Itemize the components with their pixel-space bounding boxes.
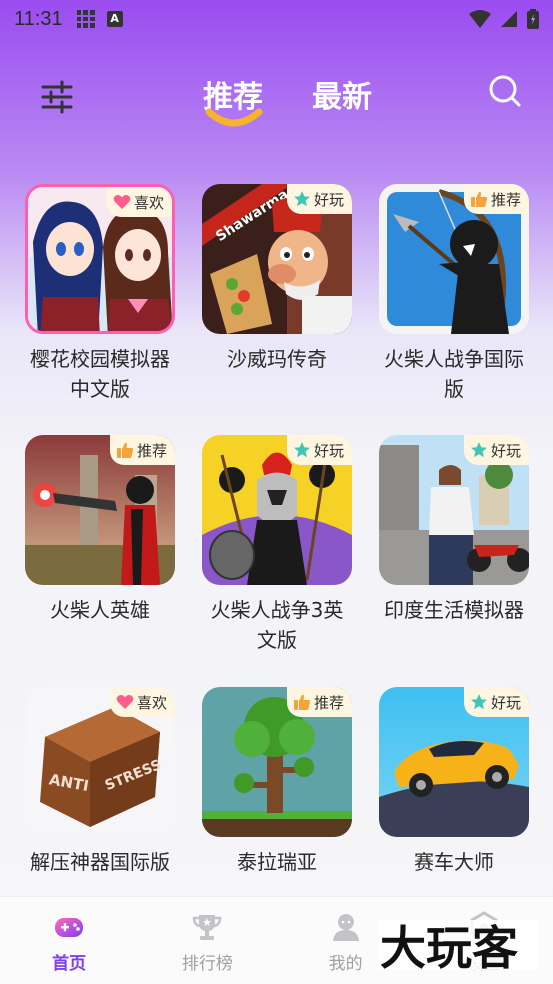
game-title: 火柴人英雄 xyxy=(50,598,150,622)
watermark-text: 大玩客 xyxy=(380,921,518,974)
game-thumbnail: 推荐 xyxy=(202,687,352,837)
tab-newest[interactable]: 最新 xyxy=(312,72,372,116)
top-navigation: 推荐 最新 xyxy=(0,60,553,140)
thumbs-up-icon xyxy=(293,694,311,710)
game-badge: 好玩 xyxy=(286,435,352,465)
game-badge: 喜欢 xyxy=(106,187,172,217)
game-card-india-life-simulator[interactable]: 好玩 印度生活模拟器 xyxy=(379,435,529,625)
game-card-stick-war-international[interactable]: 推荐 火柴人战争国际版 xyxy=(379,184,529,404)
grid-app-icon xyxy=(76,10,95,28)
game-title: 樱花校园模拟器中文版 xyxy=(30,347,170,401)
signal-icon xyxy=(501,11,517,27)
a-notification-icon: A xyxy=(106,11,123,27)
badge-label: 推荐 xyxy=(313,693,344,712)
game-card-stick-war-3[interactable]: 好玩 火柴人战争3英文版 xyxy=(202,435,352,655)
gamepad-icon xyxy=(55,918,84,937)
star-icon xyxy=(293,442,310,458)
badge-label: 推荐 xyxy=(490,190,521,209)
game-thumbnail: 推荐 xyxy=(25,435,175,585)
active-tab-smile-indicator xyxy=(205,108,263,127)
game-badge: 好玩 xyxy=(463,435,529,465)
game-thumbnail: Shawarma 好玩 xyxy=(202,184,352,334)
badge-label: 推荐 xyxy=(136,441,167,460)
game-card-shawarma-legend[interactable]: Shawarma 好玩 沙威玛传奇 xyxy=(202,184,352,374)
game-thumbnail: 好玩 xyxy=(202,435,352,585)
game-badge: 好玩 xyxy=(463,687,529,717)
game-card-antistress[interactable]: ANTI STRESS 喜欢 解压神器国际版 xyxy=(25,687,175,877)
game-badge: 推荐 xyxy=(286,687,352,717)
game-thumbnail: 好玩 xyxy=(379,435,529,585)
nav-label: 首页 xyxy=(52,954,87,974)
search-icon[interactable] xyxy=(488,74,522,108)
star-icon xyxy=(470,442,487,458)
game-card-terraria[interactable]: 推荐 泰拉瑞亚 xyxy=(202,687,352,877)
game-badge: 喜欢 xyxy=(109,687,175,717)
game-title: 赛车大师 xyxy=(414,850,494,874)
badge-label: 好玩 xyxy=(313,190,344,209)
star-icon xyxy=(470,694,487,710)
star-icon xyxy=(293,191,310,207)
watermark-logo: 大玩客 xyxy=(378,920,538,974)
game-badge: 好玩 xyxy=(286,184,352,214)
game-badge: 推荐 xyxy=(463,184,529,214)
game-title: 火柴人战争国际版 xyxy=(384,347,524,401)
badge-label: 喜欢 xyxy=(133,193,164,212)
badge-label: 好玩 xyxy=(490,693,521,712)
game-card-race-master[interactable]: 好玩 赛车大师 xyxy=(379,687,529,877)
game-badge: 推荐 xyxy=(109,435,175,465)
badge-label: 喜欢 xyxy=(136,693,167,712)
game-title: 解压神器国际版 xyxy=(30,850,170,874)
game-thumbnail: 推荐 xyxy=(379,184,529,334)
heart-icon xyxy=(113,195,131,209)
thumbs-up-icon xyxy=(470,191,488,207)
badge-label: 好玩 xyxy=(490,441,521,460)
status-time: 11:31 xyxy=(14,7,63,30)
game-thumbnail: 好玩 xyxy=(379,687,529,837)
status-bar: 11:31 A xyxy=(0,0,553,38)
game-card-stickman-hero[interactable]: 推荐 火柴人英雄 xyxy=(25,435,175,625)
user-profile-icon xyxy=(332,914,359,941)
nav-ranking[interactable]: 排行榜 xyxy=(138,897,276,984)
game-title: 沙威玛传奇 xyxy=(227,347,327,371)
game-title: 印度生活模拟器 xyxy=(384,598,524,622)
trophy-icon xyxy=(193,915,222,940)
game-card-sakura-school[interactable]: 喜欢 樱花校园模拟器中文版 xyxy=(25,184,175,404)
nav-home[interactable]: 首页 xyxy=(0,897,138,984)
badge-label: 好玩 xyxy=(313,441,344,460)
nav-label: 排行榜 xyxy=(181,954,233,974)
heart-icon xyxy=(116,695,134,709)
game-title: 火柴人战争3英文版 xyxy=(210,598,344,652)
game-thumbnail: ANTI STRESS 喜欢 xyxy=(25,687,175,837)
game-thumbnail: 喜欢 xyxy=(25,184,175,334)
nav-label: 我的 xyxy=(328,954,363,974)
thumbs-up-icon xyxy=(116,442,134,458)
battery-icon xyxy=(527,9,539,29)
wifi-icon xyxy=(469,10,491,28)
filter-sliders-icon[interactable] xyxy=(40,80,74,114)
game-title: 泰拉瑞亚 xyxy=(237,850,317,874)
